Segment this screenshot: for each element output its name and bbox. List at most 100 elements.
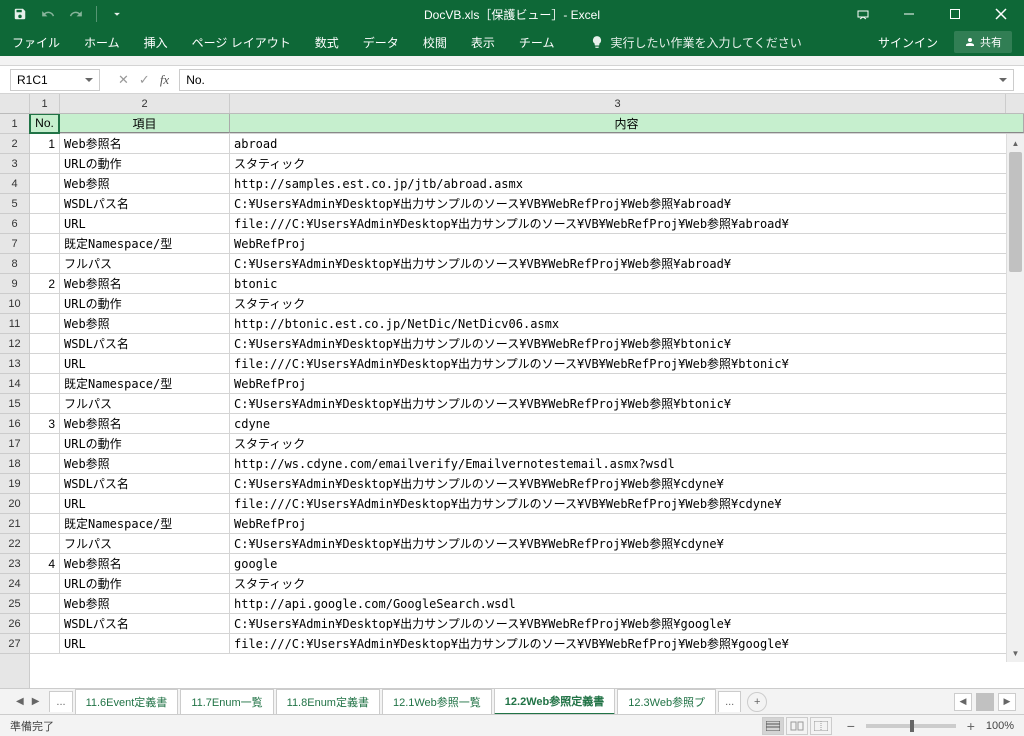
cell-content[interactable]: C:¥Users¥Admin¥Desktop¥出力サンプルのソース¥VB¥Web… — [230, 614, 1024, 633]
cell-no[interactable]: 3 — [30, 414, 60, 433]
share-button[interactable]: 共有 — [954, 31, 1012, 53]
cell-item[interactable]: フルパス — [60, 254, 230, 273]
hscroll-thumb[interactable] — [976, 693, 994, 711]
cell-content[interactable]: google — [230, 554, 1024, 573]
cell-no[interactable] — [30, 194, 60, 213]
view-layout-icon[interactable] — [786, 717, 808, 735]
cell-content[interactable]: スタティック — [230, 574, 1024, 593]
cell-no[interactable] — [30, 454, 60, 473]
row-header[interactable]: 7 — [0, 234, 29, 254]
add-sheet-button[interactable]: + — [747, 692, 767, 712]
zoom-out-button[interactable]: − — [844, 718, 858, 734]
qat-customize-icon[interactable] — [105, 2, 129, 26]
cell-no[interactable] — [30, 254, 60, 273]
maximize-icon[interactable] — [932, 0, 978, 28]
tab-insert[interactable]: 挿入 — [144, 34, 168, 51]
cell-no[interactable] — [30, 374, 60, 393]
cell-content[interactable]: C:¥Users¥Admin¥Desktop¥出力サンプルのソース¥VB¥Web… — [230, 334, 1024, 353]
cell-no[interactable]: 1 — [30, 134, 60, 153]
cell-no[interactable] — [30, 314, 60, 333]
vertical-scrollbar[interactable]: ▲ ▼ — [1006, 134, 1024, 662]
cell-content[interactable]: スタティック — [230, 154, 1024, 173]
cell-content[interactable]: file:///C:¥Users¥Admin¥Desktop¥出力サンプルのソー… — [230, 354, 1024, 373]
cell-item[interactable]: Web参照 — [60, 454, 230, 473]
row-header[interactable]: 19 — [0, 474, 29, 494]
cell-no[interactable] — [30, 354, 60, 373]
cell-item[interactable]: WSDLパス名 — [60, 474, 230, 493]
cell-item[interactable]: Web参照 — [60, 174, 230, 193]
row-header[interactable]: 18 — [0, 454, 29, 474]
tab-nav-prev-icon[interactable]: ◀ — [16, 696, 24, 707]
cell-no[interactable] — [30, 534, 60, 553]
scroll-up-icon[interactable]: ▲ — [1007, 134, 1024, 152]
cell-content[interactable]: C:¥Users¥Admin¥Desktop¥出力サンプルのソース¥VB¥Web… — [230, 194, 1024, 213]
scroll-down-icon[interactable]: ▼ — [1007, 644, 1024, 662]
row-header[interactable]: 3 — [0, 154, 29, 174]
row-header[interactable]: 9 — [0, 274, 29, 294]
cell-content[interactable]: http://btonic.est.co.jp/NetDic/NetDicv06… — [230, 314, 1024, 333]
hscroll-left-icon[interactable]: ◀ — [954, 693, 972, 711]
cell-item[interactable]: 既定Namespace/型 — [60, 234, 230, 253]
view-pagebreak-icon[interactable] — [810, 717, 832, 735]
tab-pagelayout[interactable]: ページ レイアウト — [192, 34, 291, 51]
cell-content[interactable]: cdyne — [230, 414, 1024, 433]
sheet-tab-more-right[interactable]: ... — [718, 691, 741, 712]
cell-no[interactable]: 4 — [30, 554, 60, 573]
cell-item[interactable]: 既定Namespace/型 — [60, 514, 230, 533]
cell-content[interactable]: file:///C:¥Users¥Admin¥Desktop¥出力サンプルのソー… — [230, 634, 1024, 653]
cell-item[interactable]: URLの動作 — [60, 154, 230, 173]
row-header[interactable]: 11 — [0, 314, 29, 334]
sheet-tab-5[interactable]: 12.2Web参照定義書 — [494, 688, 615, 715]
zoom-slider[interactable] — [866, 724, 956, 728]
cell-no[interactable] — [30, 494, 60, 513]
row-header[interactable]: 20 — [0, 494, 29, 514]
sheet-tab-6[interactable]: 12.3Web参照プ — [617, 689, 716, 714]
redo-icon[interactable] — [64, 2, 88, 26]
cell-item[interactable]: Web参照 — [60, 314, 230, 333]
cell-no[interactable] — [30, 294, 60, 313]
tab-data[interactable]: データ — [363, 34, 399, 51]
row-header[interactable]: 26 — [0, 614, 29, 634]
cell-item[interactable]: URLの動作 — [60, 574, 230, 593]
tab-nav-next-icon[interactable]: ▶ — [32, 696, 40, 707]
row-header[interactable]: 2 — [0, 134, 29, 154]
cell-no[interactable] — [30, 214, 60, 233]
header-no[interactable]: No. — [30, 114, 60, 133]
cell-no[interactable] — [30, 514, 60, 533]
cell-content[interactable]: btonic — [230, 274, 1024, 293]
row-header[interactable]: 1 — [0, 114, 29, 134]
row-header[interactable]: 15 — [0, 394, 29, 414]
row-header[interactable]: 10 — [0, 294, 29, 314]
cell-item[interactable]: WSDLパス名 — [60, 194, 230, 213]
enter-formula-icon[interactable]: ✓ — [139, 72, 150, 88]
row-header[interactable]: 16 — [0, 414, 29, 434]
row-header[interactable]: 24 — [0, 574, 29, 594]
cell-item[interactable]: Web参照名 — [60, 274, 230, 293]
sheet-tab-2[interactable]: 11.7Enum一覧 — [180, 689, 273, 714]
tab-review[interactable]: 校閲 — [423, 34, 447, 51]
cell-content[interactable]: abroad — [230, 134, 1024, 153]
cell-item[interactable]: WSDLパス名 — [60, 614, 230, 633]
row-header[interactable]: 27 — [0, 634, 29, 654]
close-icon[interactable] — [978, 0, 1024, 28]
ribbon-options-icon[interactable] — [840, 0, 886, 28]
tab-formulas[interactable]: 数式 — [315, 34, 339, 51]
select-all-corner[interactable] — [0, 94, 30, 113]
cell-content[interactable]: http://samples.est.co.jp/jtb/abroad.asmx — [230, 174, 1024, 193]
formula-bar[interactable]: No. — [179, 69, 1014, 91]
cell-content[interactable]: WebRefProj — [230, 234, 1024, 253]
cell-content[interactable]: スタティック — [230, 294, 1024, 313]
row-header[interactable]: 21 — [0, 514, 29, 534]
cell-item[interactable]: Web参照名 — [60, 134, 230, 153]
tellme-search[interactable]: 実行したい作業を入力してください — [590, 34, 801, 51]
cell-no[interactable] — [30, 154, 60, 173]
cell-no[interactable] — [30, 394, 60, 413]
col-header-1[interactable]: 1 — [30, 94, 60, 113]
undo-icon[interactable] — [36, 2, 60, 26]
tab-file[interactable]: ファイル — [12, 34, 60, 51]
sheet-tab-more-left[interactable]: ... — [49, 691, 72, 712]
cell-item[interactable]: WSDLパス名 — [60, 334, 230, 353]
row-header[interactable]: 14 — [0, 374, 29, 394]
cancel-formula-icon[interactable]: ✕ — [118, 72, 129, 88]
cell-item[interactable]: URL — [60, 354, 230, 373]
